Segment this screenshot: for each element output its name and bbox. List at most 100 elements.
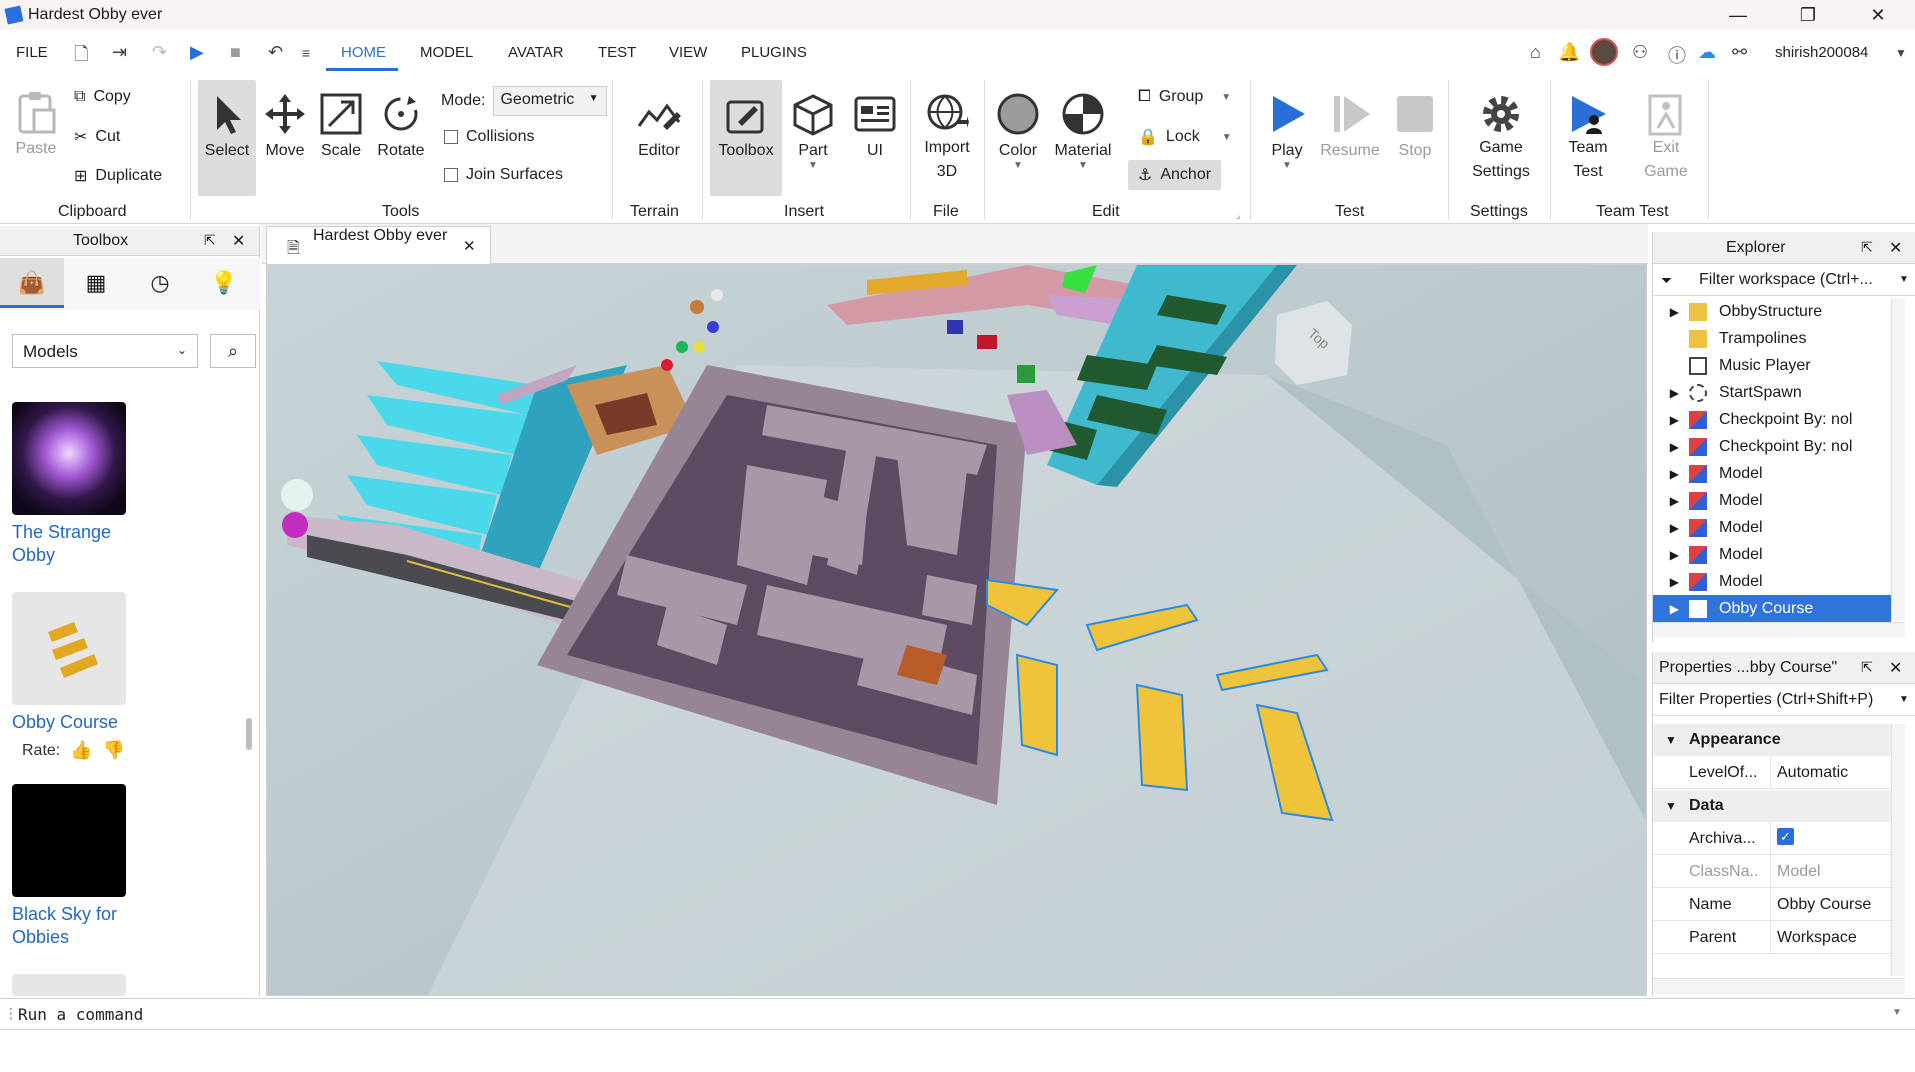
- notifications-icon[interactable]: 🔔: [1558, 42, 1580, 63]
- undo-icon[interactable]: ↶: [268, 42, 283, 63]
- toolbox-scrollbar[interactable]: [246, 718, 252, 750]
- close-icon[interactable]: ✕: [232, 231, 245, 251]
- duplicate-button[interactable]: ⊞ Duplicate: [74, 166, 162, 186]
- explorer-scrollbar[interactable]: [1891, 298, 1905, 620]
- tree-item-obbystructure[interactable]: ▶ ObbyStructure: [1653, 298, 1891, 325]
- command-history-dropdown-icon[interactable]: ▼: [1892, 1007, 1902, 1018]
- user-dropdown-icon[interactable]: ▼: [1895, 46, 1907, 60]
- property-row[interactable]: Name Obby Course: [1653, 888, 1891, 921]
- tab-avatar[interactable]: AVATAR: [508, 44, 564, 61]
- expand-arrow-icon[interactable]: ▶: [1653, 413, 1689, 427]
- model-title[interactable]: The Strange Obby: [12, 521, 212, 567]
- properties-filter[interactable]: Filter Properties (Ctrl+Shift+P) ▼: [1653, 686, 1915, 716]
- group-button[interactable]: ⧠ Group ▼: [1138, 88, 1231, 106]
- edit-expand-icon[interactable]: ⌟: [1236, 210, 1240, 221]
- share-icon[interactable]: ⚯: [1732, 42, 1747, 63]
- drag-handle-icon[interactable]: ⋮: [4, 1005, 18, 1022]
- section-data[interactable]: ▼ Data: [1653, 790, 1891, 822]
- expand-arrow-icon[interactable]: ▶: [1653, 575, 1689, 589]
- material-dropdown-icon[interactable]: ▼: [1050, 160, 1116, 171]
- exit-game-button[interactable]: Exit Game: [1636, 92, 1696, 184]
- tab-test[interactable]: TEST: [598, 44, 636, 61]
- thumbs-up-icon[interactable]: 👍: [70, 740, 92, 761]
- lock-button[interactable]: 🔒 Lock ▼: [1138, 127, 1232, 147]
- mode-dropdown[interactable]: Geometric ▼: [493, 86, 608, 116]
- color-button[interactable]: Color ▼: [992, 92, 1044, 171]
- tab-plugins[interactable]: PLUGINS: [741, 44, 807, 61]
- color-dropdown-icon[interactable]: ▼: [992, 160, 1044, 171]
- tab-creations[interactable]: 💡: [192, 258, 256, 308]
- help-icon[interactable]: ⓘ: [1668, 42, 1686, 68]
- play-button[interactable]: Play ▼: [1262, 92, 1312, 171]
- list-item[interactable]: The Strange Obby: [12, 402, 212, 567]
- explorer-h-scrollbar[interactable]: [1653, 622, 1905, 638]
- expand-arrow-icon[interactable]: ▶: [1653, 521, 1689, 535]
- tree-item-model[interactable]: ▶ Model: [1653, 514, 1891, 541]
- model-thumbnail[interactable]: [12, 974, 126, 996]
- expand-arrow-icon[interactable]: ▶: [1653, 305, 1689, 319]
- minimize-button[interactable]: —: [1718, 2, 1758, 28]
- paste-button[interactable]: Paste: [10, 90, 62, 158]
- lock-dropdown-icon[interactable]: ▼: [1222, 132, 1232, 143]
- section-appearance[interactable]: ▼ Appearance: [1653, 724, 1891, 756]
- avatar[interactable]: [1590, 38, 1618, 66]
- scene-render[interactable]: Top: [267, 265, 1647, 996]
- part-dropdown-icon[interactable]: ▼: [790, 160, 836, 171]
- move-tool-button[interactable]: Move: [262, 92, 308, 160]
- model-thumbnail[interactable]: [12, 592, 126, 705]
- property-row[interactable]: Parent Workspace: [1653, 921, 1891, 954]
- tree-item-checkpoint[interactable]: ▶ Checkpoint By: nol: [1653, 433, 1891, 460]
- scale-tool-button[interactable]: Scale: [316, 92, 366, 160]
- list-item[interactable]: Black Sky for Obbies: [12, 784, 212, 949]
- expand-arrow-icon[interactable]: ▶: [1653, 548, 1689, 562]
- property-row[interactable]: LevelOf... Automatic: [1653, 756, 1891, 789]
- game-settings-button[interactable]: Game Settings: [1466, 92, 1536, 184]
- expand-arrow-icon[interactable]: ▶: [1653, 494, 1689, 508]
- quick-access-dropdown-icon[interactable]: ≡: [302, 45, 310, 61]
- close-icon[interactable]: ✕: [1889, 238, 1902, 258]
- tree-item-trampolines[interactable]: Trampolines: [1653, 325, 1891, 352]
- expand-arrow-icon[interactable]: ▶: [1653, 602, 1689, 616]
- expand-arrow-icon[interactable]: ▶: [1653, 440, 1689, 454]
- group-dropdown-icon[interactable]: ▼: [1221, 92, 1231, 103]
- publish-icon[interactable]: ⇥: [112, 42, 127, 63]
- part-button[interactable]: Part ▼: [790, 92, 836, 171]
- anchor-button[interactable]: ⚓ Anchor: [1128, 160, 1222, 190]
- tree-item-model[interactable]: ▶ Model: [1653, 460, 1891, 487]
- model-title[interactable]: Black Sky for Obbies: [12, 903, 212, 949]
- tree-item-obby-course[interactable]: ▶ Obby Course: [1653, 595, 1891, 622]
- undock-icon[interactable]: ⇱: [204, 232, 216, 249]
- add-friend-icon[interactable]: ⚇: [1632, 42, 1648, 63]
- list-item[interactable]: Obby Course Rate: 👍 👎: [12, 592, 212, 761]
- username-label[interactable]: shirish200084: [1775, 44, 1868, 61]
- tree-item-checkpoint[interactable]: ▶ Checkpoint By: nol: [1653, 406, 1891, 433]
- document-tab[interactable]: 🗎 Hardest Obby ever ✕: [266, 226, 491, 264]
- material-button[interactable]: Material ▼: [1050, 92, 1116, 171]
- cloud-icon[interactable]: ☁: [1698, 42, 1716, 63]
- new-file-icon[interactable]: 🗋: [74, 42, 88, 72]
- undock-icon[interactable]: ⇱: [1861, 239, 1873, 256]
- archivable-checkbox[interactable]: ✓: [1777, 828, 1794, 845]
- thumbs-down-icon[interactable]: 👎: [103, 740, 125, 761]
- restore-button[interactable]: ❐: [1788, 2, 1828, 28]
- collisions-checkbox[interactable]: [444, 130, 458, 144]
- file-menu[interactable]: FILE: [16, 44, 48, 61]
- property-row[interactable]: Archiva... ✓: [1653, 822, 1891, 855]
- play-dropdown-icon[interactable]: ▼: [1262, 160, 1312, 171]
- close-window-button[interactable]: ✕: [1858, 2, 1898, 28]
- model-thumbnail[interactable]: [12, 402, 126, 515]
- tab-recent[interactable]: ◷: [128, 258, 192, 308]
- tab-home[interactable]: HOME: [341, 44, 386, 61]
- tree-item-model[interactable]: ▶ Model: [1653, 568, 1891, 595]
- play-quick-icon[interactable]: ▶: [190, 42, 204, 63]
- cloud-sync-icon[interactable]: ⌂: [1530, 42, 1541, 63]
- properties-scrollbar[interactable]: [1891, 724, 1905, 976]
- copy-button[interactable]: ⧉ Copy: [74, 88, 131, 106]
- expand-arrow-icon[interactable]: ▶: [1653, 386, 1689, 400]
- join-surfaces-checkbox[interactable]: [444, 168, 458, 182]
- resume-button[interactable]: Resume: [1318, 92, 1382, 160]
- command-input[interactable]: Run a command: [18, 1005, 143, 1024]
- tab-model[interactable]: MODEL: [420, 44, 473, 61]
- explorer-filter[interactable]: ⏷ Filter workspace (Ctrl+... ▼: [1653, 266, 1915, 296]
- tab-inventory[interactable]: ▦: [64, 258, 128, 308]
